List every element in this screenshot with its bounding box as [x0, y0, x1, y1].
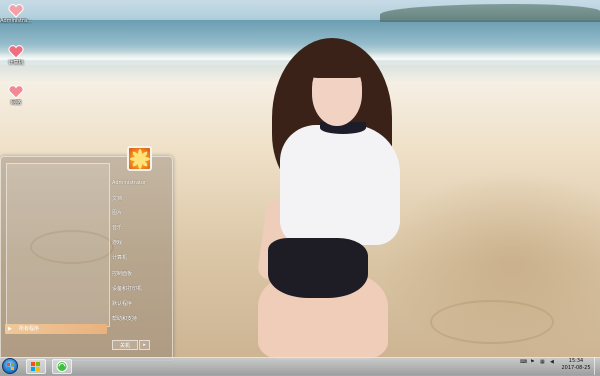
- chevron-right-icon: ▸: [143, 342, 146, 348]
- desktop-icon-label: 计算机: [8, 60, 24, 66]
- start-item-user-folder[interactable]: Administrator: [112, 180, 146, 186]
- keyboard-icon[interactable]: ⌨: [520, 359, 527, 365]
- taskbar: [0, 357, 600, 376]
- wallpaper-person-fringe: [306, 48, 366, 78]
- shutdown-button[interactable]: 关机: [112, 340, 138, 350]
- start-search-input[interactable]: [5, 338, 107, 348]
- start-item-music[interactable]: 音乐: [112, 224, 122, 231]
- clock-date: 2017-08-25: [561, 365, 591, 371]
- taskbar-clock[interactable]: 15:34 2017-08-25: [560, 358, 592, 372]
- desktop-icon-label: 网络: [10, 100, 21, 106]
- desktop-icon-computer[interactable]: 计算机: [0, 45, 32, 66]
- network-icon[interactable]: ▦: [540, 359, 545, 365]
- start-item-pictures[interactable]: 图片: [112, 209, 122, 216]
- start-item-documents[interactable]: 文档: [112, 195, 122, 202]
- start-item-games[interactable]: 游戏: [112, 239, 122, 246]
- all-programs-button[interactable]: ▶ 所有程序: [5, 324, 107, 334]
- heart-icon: [8, 85, 24, 99]
- shutdown-options-button[interactable]: ▸: [139, 340, 150, 350]
- clock-time: 15:34: [568, 358, 584, 364]
- desktop-icon-administrator[interactable]: Administra...: [0, 4, 32, 24]
- all-programs-label: 所有程序: [19, 326, 40, 332]
- start-item-computer[interactable]: 计算机: [112, 254, 127, 261]
- heart-icon: [8, 4, 24, 18]
- refresh-circle-icon: [56, 361, 68, 372]
- start-item-control-panel[interactable]: 控制面板: [112, 270, 132, 277]
- wallpaper-hills: [380, 4, 600, 22]
- desktop-icon-network[interactable]: 网络: [0, 85, 32, 106]
- wallpaper-person-bottoms: [268, 238, 368, 298]
- speaker-icon[interactable]: ◀: [550, 359, 554, 365]
- desktop-icon-label: Administra...: [0, 18, 32, 24]
- sand-ripple: [430, 300, 554, 344]
- show-desktop-button[interactable]: [594, 357, 600, 375]
- user-picture[interactable]: [127, 146, 152, 171]
- start-item-help-support[interactable]: 帮助和支持: [112, 315, 137, 322]
- start-menu-program-list[interactable]: [6, 163, 110, 327]
- windows-logo-icon: [7, 363, 14, 370]
- windows-explorer-icon: [31, 362, 40, 371]
- start-item-default-programs[interactable]: 默认程序: [112, 300, 132, 307]
- heart-icon: [8, 45, 24, 59]
- start-button[interactable]: [2, 358, 18, 374]
- flag-icon[interactable]: ⚑: [530, 359, 534, 365]
- arrow-right-icon: ▶: [8, 326, 12, 332]
- wallpaper-person-shirt: [280, 125, 400, 245]
- start-item-devices-printers[interactable]: 设备和打印机: [112, 285, 142, 292]
- taskbar-app-button[interactable]: [52, 359, 72, 374]
- taskbar-explorer-button[interactable]: [26, 359, 46, 374]
